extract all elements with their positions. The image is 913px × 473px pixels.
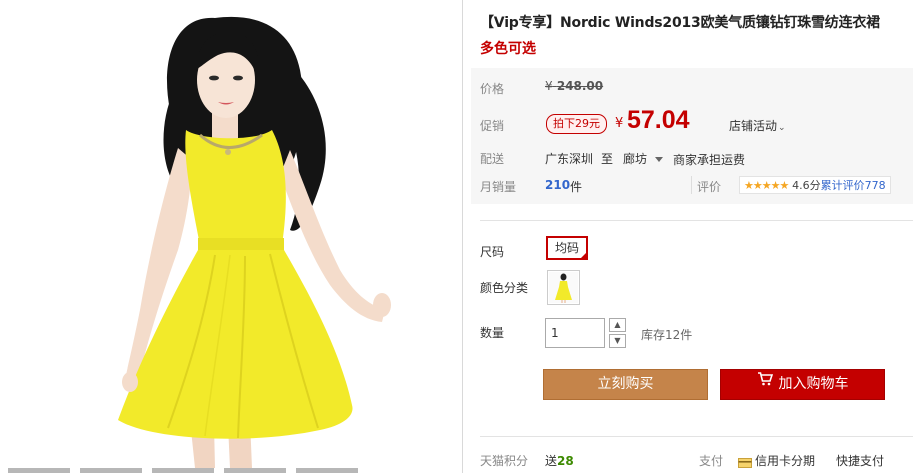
section-divider bbox=[480, 436, 913, 437]
quantity-label: 数量 bbox=[480, 326, 505, 340]
promo-currency: ¥ bbox=[615, 116, 624, 131]
stock-info: 库存12件 bbox=[641, 328, 693, 342]
rating-label: 评价 bbox=[697, 180, 722, 194]
thumbnail-strip[interactable] bbox=[0, 466, 462, 473]
shop-activity-label: 店铺活动 bbox=[729, 119, 778, 133]
size-option-selected[interactable]: 均码 ✓ bbox=[546, 236, 588, 260]
add-to-cart-label: 加入购物车 bbox=[778, 376, 849, 392]
chevron-up-icon: ▲ bbox=[614, 320, 621, 329]
product-title: 【Vip专享】Nordic Winds2013欧美气质镶钻钉珠雪纺连衣裙 bbox=[480, 15, 880, 31]
promo-tag: 拍下29元 bbox=[546, 114, 607, 134]
quick-pay[interactable]: 快捷支付 bbox=[836, 452, 884, 469]
payment-label: 支付 bbox=[699, 454, 724, 468]
original-price-value: 248.00 bbox=[556, 79, 604, 93]
promo-price: 57.04 bbox=[627, 106, 690, 134]
promo-label: 促销 bbox=[480, 119, 505, 133]
original-price-currency: ¥ bbox=[545, 79, 553, 93]
credit-installment[interactable]: 信用卡分期 bbox=[738, 452, 815, 469]
cart-icon bbox=[757, 368, 773, 397]
color-label: 颜色分类 bbox=[480, 281, 529, 295]
cumulative-reviews-link[interactable]: 累计评价778 bbox=[821, 177, 886, 193]
shipping-fee: 商家承担运费 bbox=[673, 153, 746, 167]
original-price: ¥ 248.00 bbox=[545, 79, 603, 93]
ship-destination: 廊坊 bbox=[623, 152, 648, 166]
product-subtitle: 多色可选 bbox=[480, 41, 536, 57]
ship-from: 广东深圳 bbox=[545, 152, 594, 166]
product-main-image[interactable] bbox=[0, 0, 462, 468]
rating-score: 4.6分 bbox=[792, 179, 821, 192]
section-divider bbox=[480, 220, 913, 221]
product-info-panel: 【Vip专享】Nordic Winds2013欧美气质镶钻钉珠雪纺连衣裙 多色可… bbox=[463, 0, 913, 473]
add-to-cart-button[interactable]: 加入购物车 bbox=[720, 369, 885, 400]
tmall-points-number: 28 bbox=[557, 454, 574, 468]
tmall-points-prefix: 送 bbox=[545, 454, 558, 468]
credit-installment-label: 信用卡分期 bbox=[755, 454, 816, 468]
dress-thumbnail-icon bbox=[549, 272, 578, 303]
chevron-down-icon: ▼ bbox=[614, 336, 621, 345]
buy-now-button[interactable]: 立刻购买 bbox=[543, 369, 708, 400]
caret-down-icon bbox=[655, 157, 664, 162]
star-rating-icon: ★★★★★ bbox=[744, 178, 789, 192]
chevron-down-icon: ⌄ bbox=[778, 123, 786, 133]
shipping-label: 配送 bbox=[480, 152, 505, 166]
buy-now-label: 立刻购买 bbox=[597, 376, 654, 392]
size-label: 尺码 bbox=[480, 245, 505, 259]
monthly-sales-count: 210 bbox=[545, 178, 571, 192]
quantity-increase-button[interactable]: ▲ bbox=[609, 318, 626, 332]
divider bbox=[691, 176, 692, 194]
model-in-yellow-dress-illustration bbox=[0, 0, 462, 468]
quantity-decrease-button[interactable]: ▼ bbox=[609, 334, 626, 348]
ship-destination-select[interactable]: 廊坊 bbox=[623, 150, 664, 167]
tmall-points-label: 天猫积分 bbox=[480, 454, 529, 468]
quick-pay-label: 快捷支付 bbox=[836, 454, 885, 468]
rating-summary[interactable]: ★★★★★ 4.6分累计评价778 bbox=[739, 176, 891, 194]
credit-card-icon bbox=[738, 457, 752, 468]
ship-to-word: 至 bbox=[601, 152, 614, 166]
color-option-thumbnail[interactable] bbox=[547, 270, 580, 305]
monthly-sales-label: 月销量 bbox=[480, 180, 517, 194]
price-label: 价格 bbox=[480, 82, 505, 96]
tmall-points-value: 送28 bbox=[545, 452, 574, 469]
monthly-sales-unit: 件 bbox=[570, 180, 583, 194]
quantity-input[interactable] bbox=[545, 318, 605, 348]
size-option-label: 均码 bbox=[554, 241, 579, 255]
shop-activity-dropdown[interactable]: 店铺活动⌄ bbox=[729, 117, 786, 134]
checkmark-icon: ✓ bbox=[580, 251, 586, 259]
